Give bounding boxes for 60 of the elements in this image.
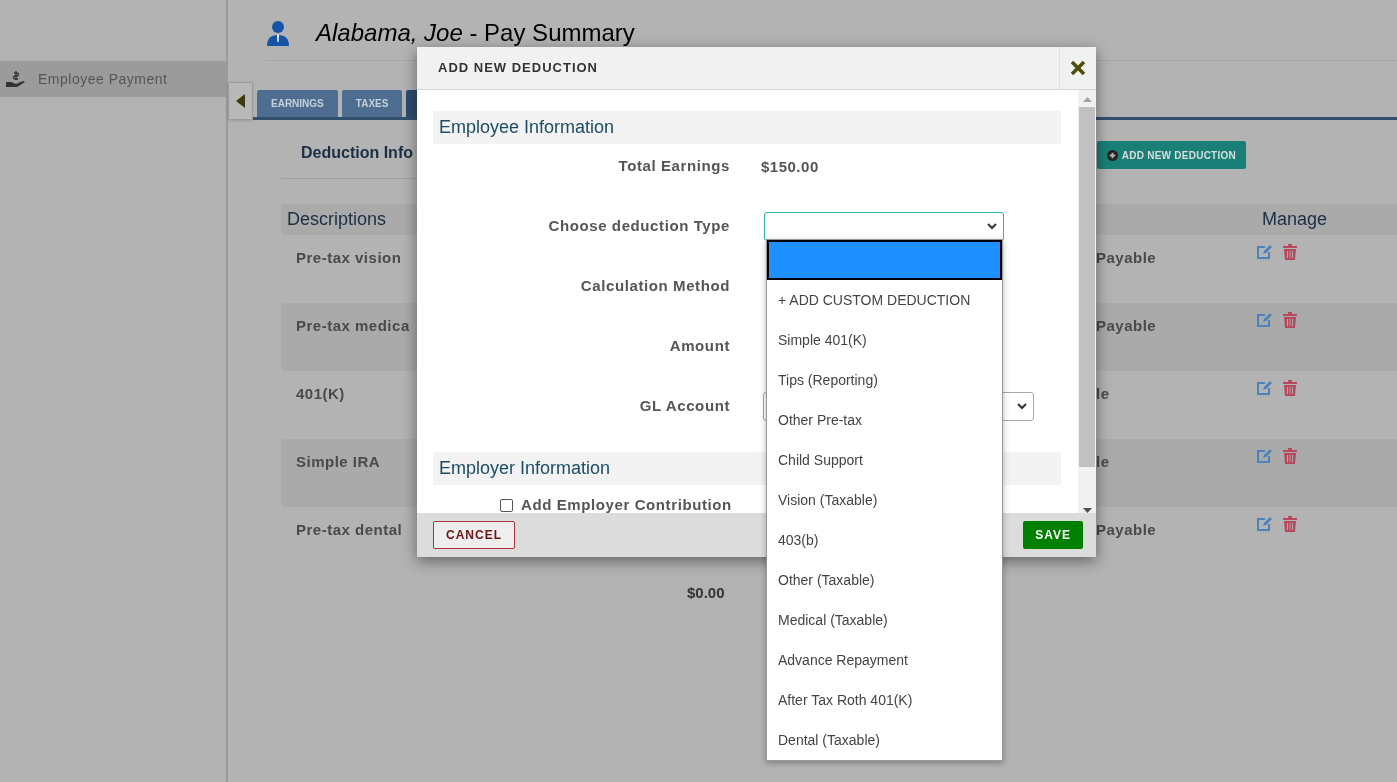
edit-icon[interactable] xyxy=(1256,380,1273,396)
dropdown-option[interactable]: Medical (Taxable) xyxy=(767,600,1002,640)
trash-icon[interactable] xyxy=(1283,516,1297,532)
add-deduction-button[interactable]: ADD NEW DEDUCTION xyxy=(1096,141,1246,169)
edit-icon[interactable] xyxy=(1256,448,1273,464)
table-cell: le xyxy=(1096,385,1110,402)
trash-icon[interactable] xyxy=(1283,312,1297,328)
dialog-title: ADD NEW DEDUCTION xyxy=(437,59,599,78)
dropdown-option[interactable]: Tips (Reporting) xyxy=(767,360,1002,400)
dropdown-option[interactable]: Other Pre-tax xyxy=(767,400,1002,440)
table-cell: Pre-tax vision xyxy=(296,249,402,266)
trash-icon[interactable] xyxy=(1283,244,1297,260)
dropdown-option[interactable]: Advance Repayment xyxy=(767,640,1002,680)
checkbox[interactable] xyxy=(500,498,513,512)
table-cell: Payable xyxy=(1096,521,1157,538)
section-header: Employee Information xyxy=(433,111,1061,144)
dropdown-option[interactable]: After Tax Roth 401(K) xyxy=(767,680,1002,720)
close-icon xyxy=(1070,60,1086,76)
chevron-down-icon xyxy=(1017,402,1027,410)
field-label: Calculation Method xyxy=(579,275,730,296)
scrollbar[interactable] xyxy=(1078,90,1096,513)
field-label: Amount xyxy=(668,335,730,356)
field-label: GL Account xyxy=(638,395,730,416)
field-value: $150.00 xyxy=(761,158,819,175)
collapse-button[interactable] xyxy=(228,82,253,120)
dropdown-option[interactable]: + ADD CUSTOM DEDUCTION xyxy=(767,280,1002,320)
hand-dollar-icon xyxy=(6,70,26,88)
table-cell: 401(K) xyxy=(296,385,345,402)
trash-icon[interactable] xyxy=(1283,448,1297,464)
page-title: Alabama, Joe - Pay Summary xyxy=(316,21,635,45)
cancel-button[interactable]: CANCEL xyxy=(433,521,515,549)
checkbox-label: Add Employer Contribution xyxy=(521,495,732,515)
person-icon xyxy=(266,20,290,46)
table-cell: Pre-tax medica xyxy=(296,317,410,334)
dropdown-option[interactable] xyxy=(767,240,1002,280)
column-header: Manage xyxy=(1262,209,1328,229)
select-field[interactable] xyxy=(764,211,1004,241)
scroll-up-icon xyxy=(1082,97,1092,102)
edit-icon[interactable] xyxy=(1256,312,1273,328)
table-cell: Simple IRA xyxy=(296,453,381,470)
field-label: Total Earnings xyxy=(617,156,730,176)
dropdown-option[interactable]: 403(b) xyxy=(767,520,1002,560)
scrollbar-thumb[interactable] xyxy=(1079,107,1095,467)
edit-icon[interactable] xyxy=(1256,244,1273,260)
dropdown-option[interactable]: Dental (Taxable) xyxy=(767,720,1002,760)
total-amount: $0.00 xyxy=(687,584,725,601)
field-label: Choose deduction Type xyxy=(547,215,730,236)
edit-icon[interactable] xyxy=(1256,516,1273,532)
dropdown-option[interactable]: Other (Taxable) xyxy=(767,560,1002,600)
table-cell: Pre-tax dental xyxy=(296,521,403,538)
caret-left-icon xyxy=(236,94,245,108)
table-cell: Payable xyxy=(1096,317,1157,334)
plus-circle-icon xyxy=(1106,149,1118,161)
table-cell: le xyxy=(1096,453,1110,470)
save-button[interactable]: SAVE xyxy=(1023,521,1083,549)
column-header: Descriptions xyxy=(287,209,387,229)
chevron-down-icon xyxy=(987,222,997,230)
trash-icon[interactable] xyxy=(1283,380,1297,396)
table-cell: Payable xyxy=(1096,249,1157,266)
dropdown-option[interactable]: Simple 401(K) xyxy=(767,320,1002,360)
